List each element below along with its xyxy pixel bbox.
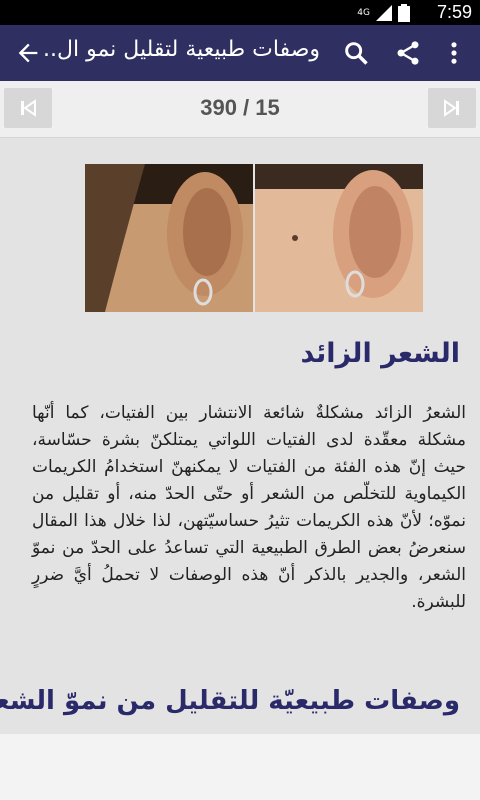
app-bar: وصفات طبيعية لتقليل نمو ال.. <box>0 25 480 81</box>
skip-next-icon <box>444 99 459 117</box>
article-content: الشعر الزائد الشعرُ الزائد مشكلةٌ شائعة … <box>0 138 480 734</box>
clock: 7:59 <box>436 2 472 22</box>
bottom-area <box>0 734 480 800</box>
page-counter: 390 / 15 <box>200 95 280 120</box>
share-icon[interactable] <box>394 39 422 67</box>
search-icon[interactable] <box>342 39 370 67</box>
signal-icon <box>376 5 392 21</box>
section-subheading: وصفات طبيعيّة للتقليل من نموّ الشعر <box>0 686 460 716</box>
status-icons: 4G <box>357 4 410 22</box>
battery-icon <box>398 4 410 22</box>
more-vert-icon[interactable] <box>440 39 468 67</box>
after-photo <box>255 164 423 312</box>
page-navigator: 390 / 15 <box>0 81 480 138</box>
last-page-button[interactable] <box>428 88 476 128</box>
network-type-label: 4G <box>357 8 370 18</box>
arrow-back-icon[interactable] <box>14 39 42 67</box>
article-image <box>85 164 423 312</box>
article-paragraph: الشعرُ الزائد مشكلةٌ شائعة الانتشار بين … <box>32 403 466 612</box>
status-bar: 4G 7:59 <box>0 0 480 25</box>
section-heading: الشعر الزائد <box>300 338 460 369</box>
app-title: وصفات طبيعية لتقليل نمو ال.. <box>43 37 320 62</box>
before-photo <box>85 164 253 312</box>
